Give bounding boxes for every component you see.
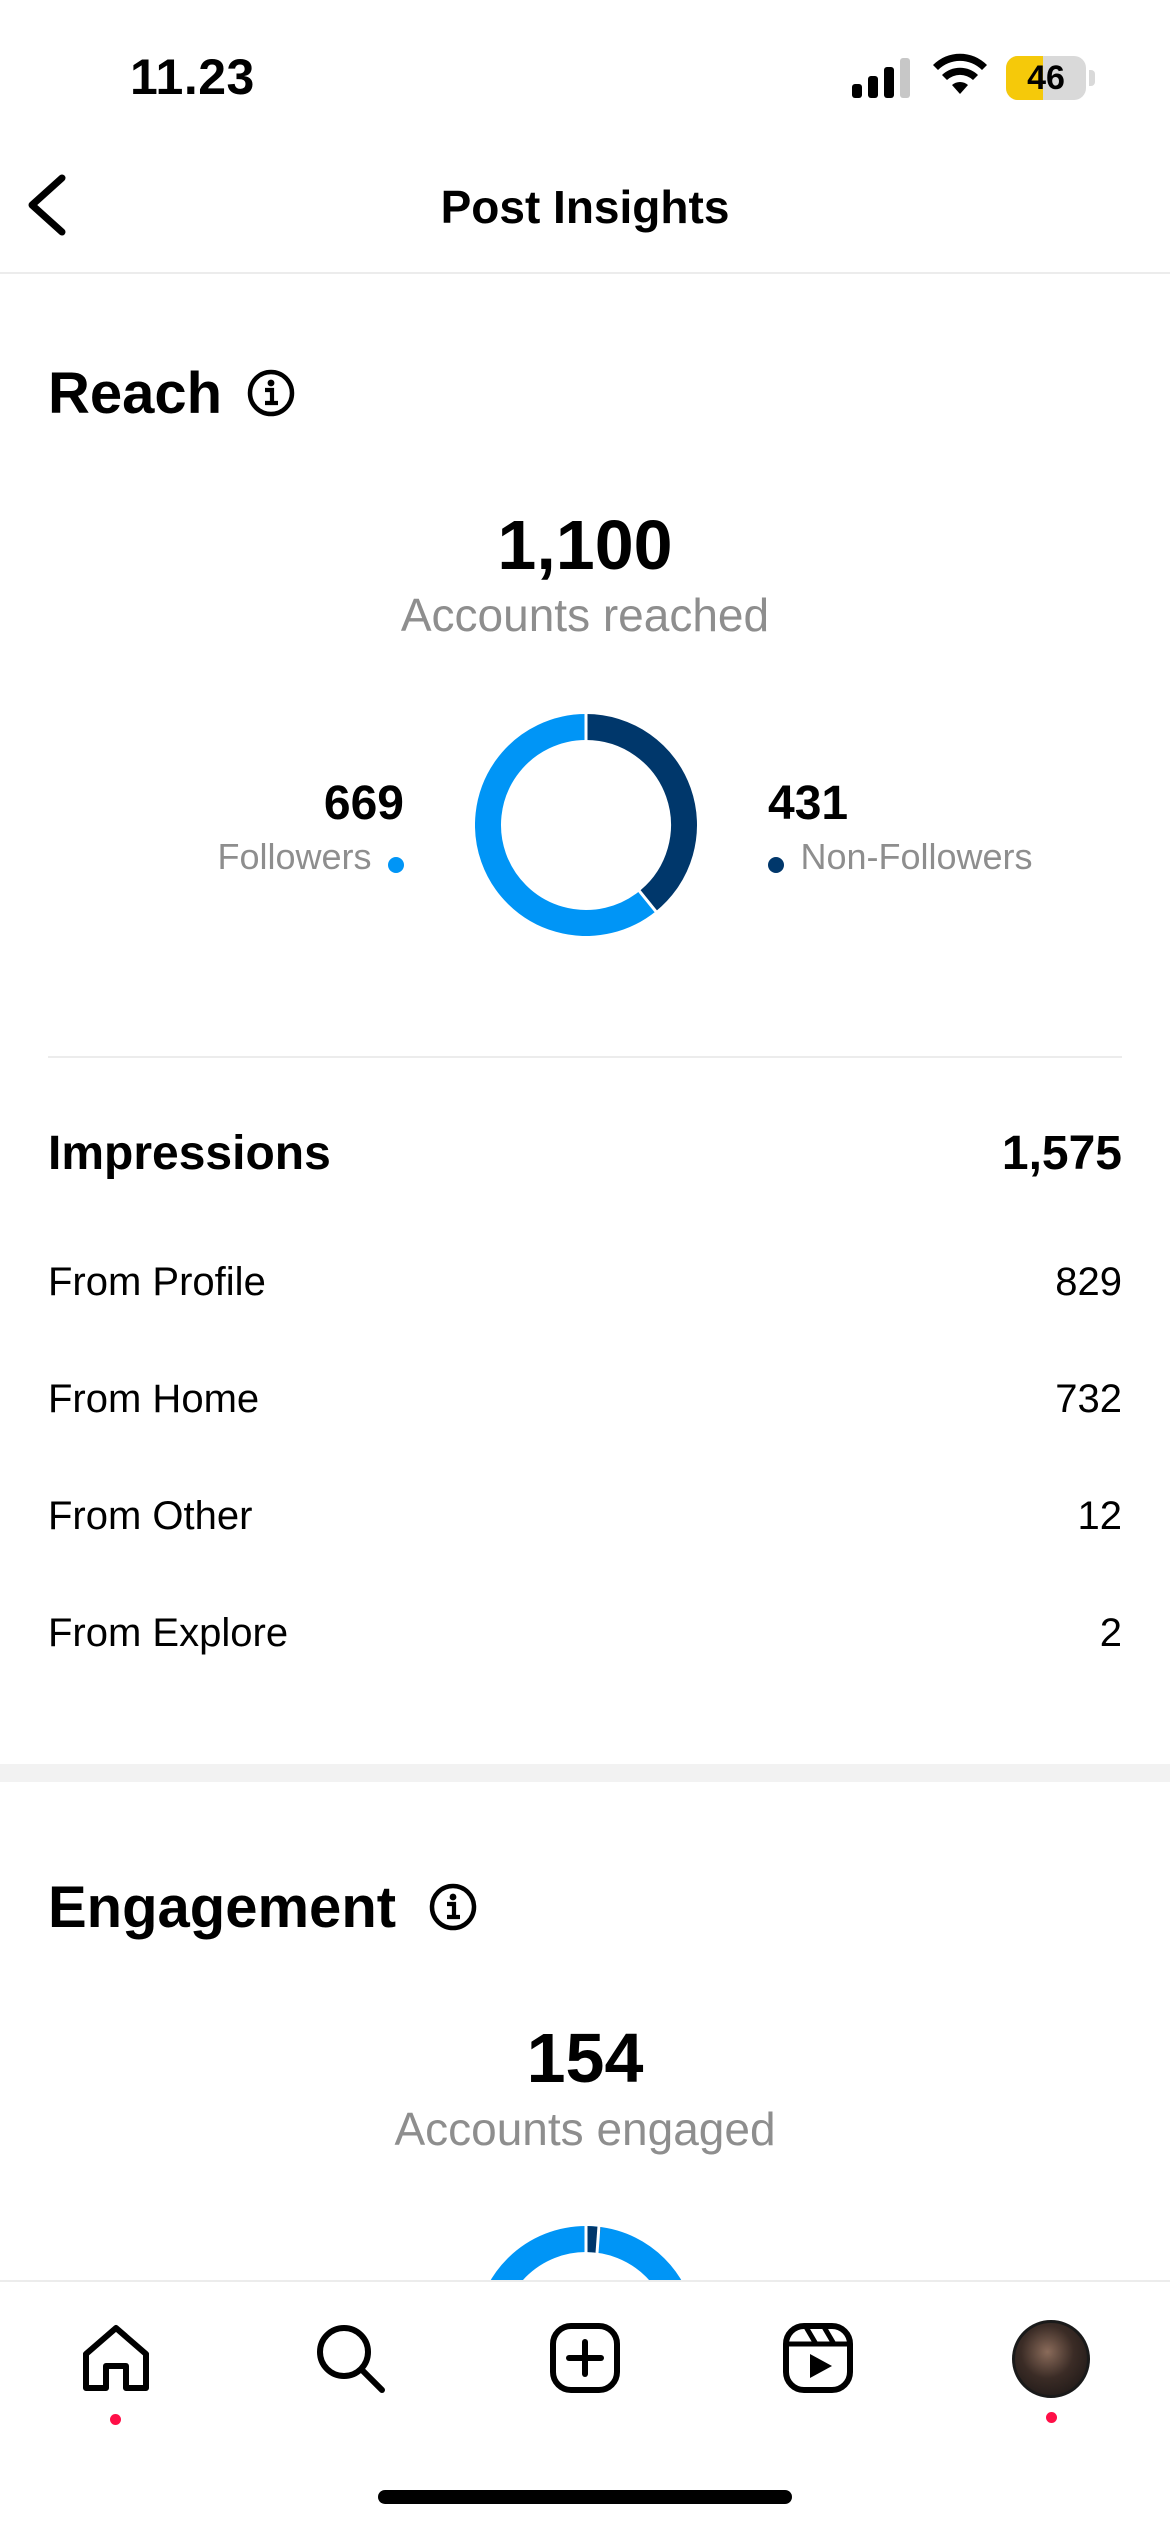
impressions-total: 1,575 <box>1001 1127 1122 1180</box>
tab-profile-avatar[interactable] <box>1012 2320 1090 2398</box>
create-icon <box>550 2323 620 2393</box>
accounts-engaged-label: Accounts engaged <box>394 2103 776 2155</box>
reels-icon <box>783 2323 853 2393</box>
impressions-row-label: From Other <box>48 1494 253 1538</box>
tab-search[interactable] <box>310 2318 390 2398</box>
cellular-signal-icon <box>852 58 910 98</box>
followers-legend: Followers <box>120 836 404 878</box>
accounts-reached-count: 1,100 <box>497 506 673 584</box>
tab-home[interactable] <box>76 2318 156 2425</box>
impressions-row-label: From Profile <box>48 1260 266 1304</box>
non-followers-legend: Non-Followers <box>768 836 1033 878</box>
wifi-icon <box>933 53 987 94</box>
nav-divider <box>0 272 1170 274</box>
followers-dot <box>388 856 404 873</box>
home-notification-dot <box>110 2414 121 2425</box>
impressions-row-value: 829 <box>1055 1260 1122 1304</box>
engagement-info-icon[interactable] <box>428 1882 478 1932</box>
impressions-row-label: From Home <box>48 1377 260 1421</box>
profile-notification-dot <box>1046 2412 1057 2423</box>
reach-title: Reach <box>48 361 223 426</box>
non-followers-label: Non-Followers <box>800 836 1033 877</box>
followers-label: Followers <box>217 836 372 877</box>
impressions-row-value: 2 <box>1099 1611 1122 1655</box>
donut-slice-non-followers <box>585 714 697 912</box>
impressions-row-label: From Explore <box>48 1611 289 1655</box>
home-indicator <box>378 2490 792 2504</box>
accounts-engaged-count: 154 <box>526 2019 644 2097</box>
accounts-reached-label: Accounts reached <box>400 589 770 641</box>
status-time: 11.23 <box>130 49 255 105</box>
reach-donut-chart <box>475 714 697 936</box>
battery-level: 46 <box>1027 59 1065 97</box>
search-icon <box>317 2325 385 2393</box>
non-followers-dot <box>768 856 784 873</box>
impressions-row-value: 732 <box>1055 1377 1122 1421</box>
home-icon <box>83 2325 149 2391</box>
followers-count: 669 <box>323 777 404 830</box>
page-title: Post Insights <box>440 181 730 233</box>
battery-indicator: 46 <box>1006 56 1096 100</box>
non-followers-count: 431 <box>768 777 849 830</box>
engagement-donut-chart-partial <box>487 2226 685 2286</box>
section-divider <box>48 1056 1122 1058</box>
engagement-title: Engagement <box>48 1875 397 1940</box>
impressions-row-value: 12 <box>1077 1494 1123 1538</box>
section-separator <box>0 1764 1170 1782</box>
reach-info-icon[interactable] <box>246 368 296 418</box>
impressions-label: Impressions <box>48 1127 331 1180</box>
tab-create[interactable] <box>545 2318 625 2398</box>
donut-slice-followers <box>475 714 656 936</box>
tab-reels[interactable] <box>778 2318 858 2398</box>
